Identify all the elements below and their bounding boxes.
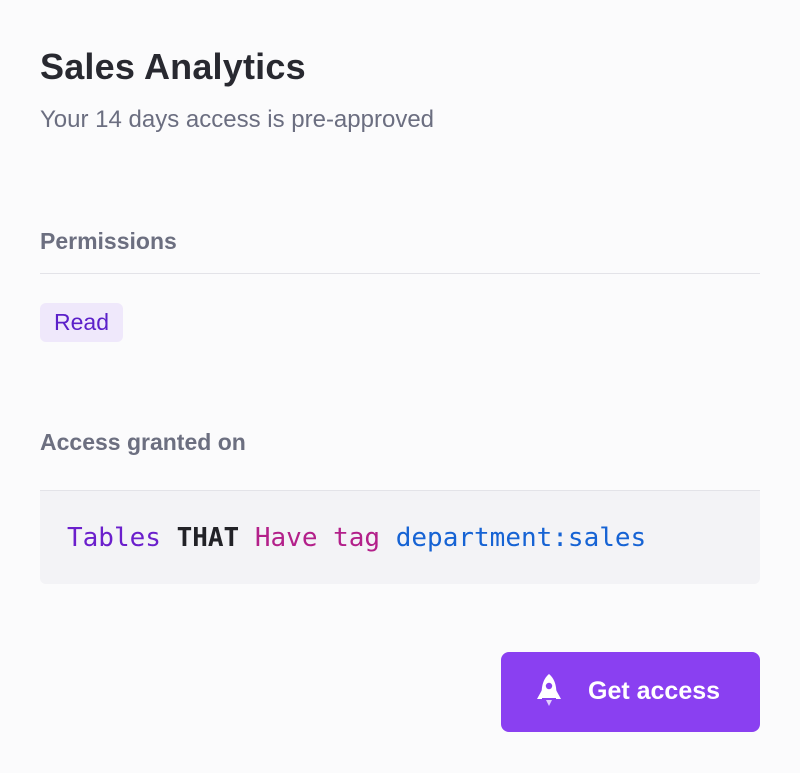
rocket-icon [537,674,561,706]
get-access-label: Get access [588,677,721,705]
permissions-heading: Permissions [40,228,177,254]
rule-verb-token: Have tag [254,523,381,553]
permission-badge-read: Read [40,303,123,342]
access-duration-text: Your 14 days access is pre-approved [40,106,435,133]
rule-keyword-token: THAT [176,523,240,553]
get-access-button[interactable]: Get access [501,652,760,732]
rule-value-token: department:sales [395,523,647,553]
access-rule-box: Tables THAT Have tag department:sales [40,490,760,584]
rule-subject-token: Tables [67,523,161,553]
permissions-divider [40,273,760,274]
access-rule-expression: Tables THAT Have tag department:sales [67,523,646,553]
access-granted-heading: Access granted on [40,429,246,455]
page-title: Sales Analytics [40,46,306,87]
